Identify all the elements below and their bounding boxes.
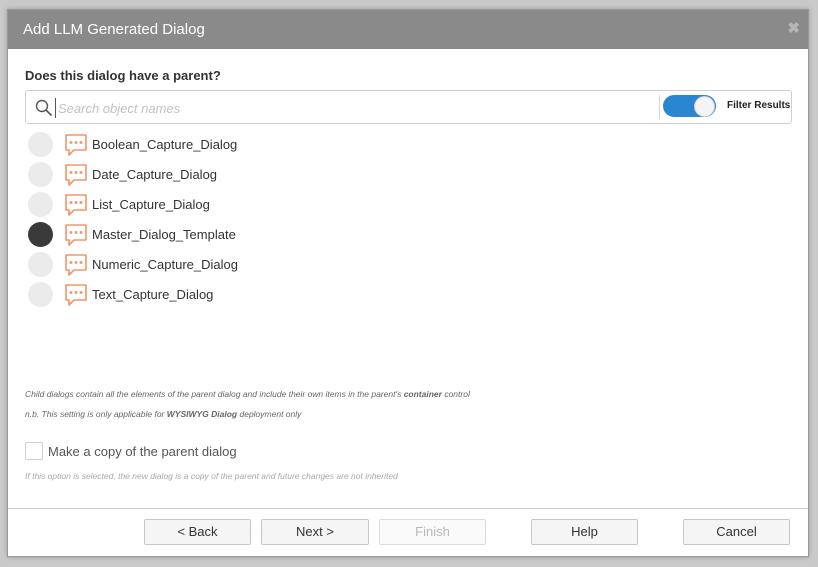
chat-bubble-icon: [65, 224, 87, 246]
filter-results-label: Filter Results: [727, 100, 791, 111]
list-item[interactable]: Boolean_Capture_Dialog: [28, 130, 428, 160]
chat-bubble-icon: [65, 254, 87, 276]
list-item[interactable]: Numeric_Capture_Dialog: [28, 250, 428, 280]
chat-bubble-icon: [65, 164, 87, 186]
search-divider: [659, 95, 660, 119]
copy-parent-checkbox[interactable]: [25, 442, 43, 460]
parent-question: Does this dialog have a parent?: [25, 68, 221, 83]
search-bar: Filter Results: [25, 90, 792, 124]
cancel-button[interactable]: Cancel: [683, 519, 790, 545]
radio-button[interactable]: [28, 252, 53, 277]
title-bar[interactable]: Add LLM Generated Dialog ✖: [8, 10, 808, 49]
chat-bubble-icon: [65, 134, 87, 156]
radio-button[interactable]: [28, 282, 53, 307]
list-item[interactable]: Text_Capture_Dialog: [28, 280, 428, 310]
list-item-label: Date_Capture_Dialog: [92, 167, 218, 182]
toggle-knob: [694, 96, 715, 117]
list-item-label: List_Capture_Dialog: [92, 197, 210, 212]
help-button[interactable]: Help: [531, 519, 638, 545]
wysiwyg-note: n.b. This setting is only applicable for…: [25, 409, 302, 419]
list-item[interactable]: Master_Dialog_Template: [28, 220, 428, 250]
child-dialog-note: Child dialogs contain all the elements o…: [25, 389, 470, 399]
copy-parent-label[interactable]: Make a copy of the parent dialog: [48, 444, 237, 459]
filter-results-toggle[interactable]: [663, 95, 716, 117]
copy-parent-hint: If this option is selected, the new dial…: [25, 471, 398, 481]
dialog-title: Add LLM Generated Dialog: [23, 21, 205, 38]
list-item-label: Boolean_Capture_Dialog: [92, 137, 238, 152]
list-item-label: Text_Capture_Dialog: [92, 287, 214, 302]
radio-button[interactable]: [28, 192, 53, 217]
chat-bubble-icon: [65, 284, 87, 306]
radio-button[interactable]: [28, 222, 53, 247]
chat-bubble-icon: [65, 194, 87, 216]
back-button[interactable]: < Back: [144, 519, 251, 545]
list-item-label: Numeric_Capture_Dialog: [92, 257, 238, 272]
search-icon: [35, 99, 52, 116]
next-button[interactable]: Next >: [261, 519, 369, 545]
search-input[interactable]: [55, 98, 655, 118]
finish-button[interactable]: Finish: [379, 519, 486, 545]
radio-button[interactable]: [28, 132, 53, 157]
close-icon[interactable]: ✖: [787, 19, 800, 37]
add-dialog-window: Add LLM Generated Dialog ✖ Does this dia…: [7, 9, 809, 557]
list-item[interactable]: Date_Capture_Dialog: [28, 160, 428, 190]
list-item-label: Master_Dialog_Template: [92, 227, 236, 242]
list-item[interactable]: List_Capture_Dialog: [28, 190, 428, 220]
footer-divider: [8, 508, 808, 509]
radio-button[interactable]: [28, 162, 53, 187]
